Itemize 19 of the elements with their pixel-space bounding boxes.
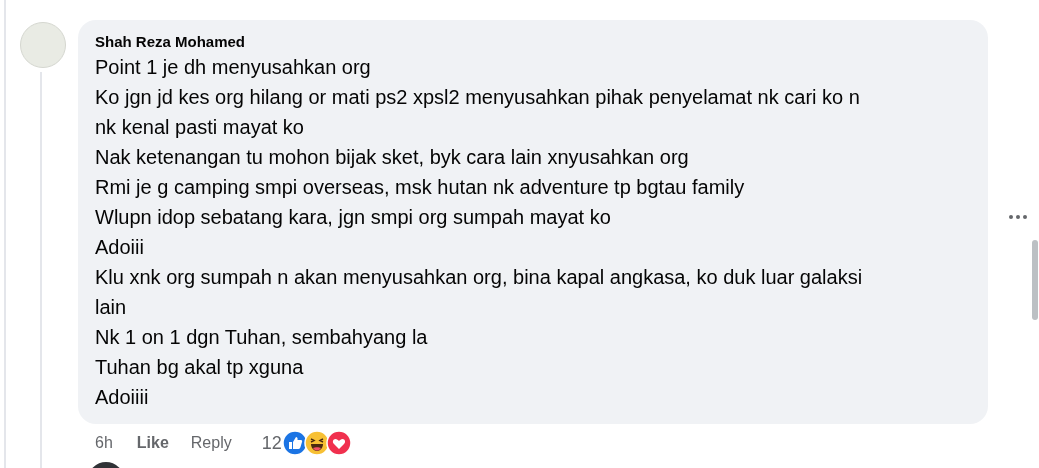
thumbs-up-icon[interactable] — [281, 430, 308, 456]
comment-text: Nk 1 on 1 dgn Tuhan, sembahyang la — [95, 325, 429, 350]
comment-text: Wlupn idop sebatang kara, jgn smpi org sumpah mayat ko — [95, 205, 612, 230]
comment-text: Nak ketenangan tu mohon bijak sket, byk cara lain xnyusahkan org — [95, 145, 690, 170]
comment-text: Rmi je g camping smpi overseas, msk hutan nk adventure tp bgtau family — [95, 175, 746, 200]
author-name[interactable]: Shah Reza Mohamed — [95, 32, 968, 52]
reply-link[interactable]: Reply — [190, 431, 232, 455]
laughing-face-icon[interactable] — [303, 430, 330, 456]
comment-text: Tuhan bg akal tp xguna — [95, 355, 305, 380]
comment-text: Adoiiii — [95, 385, 150, 410]
timestamp[interactable]: 6h — [95, 431, 113, 455]
like-link[interactable]: Like — [136, 431, 169, 455]
comment-text: Adoiii — [95, 235, 145, 260]
reaction-count[interactable]: 12 — [261, 429, 282, 457]
comment-text: Point 1 je dh menyusahkan org — [95, 55, 372, 80]
comment-text: Ko jgn jd kes org hilang or mati ps2 xpsl2 menyusahkan pihak penyelamat nk cari ko n nk kenal pasti mayat ko — [95, 85, 861, 140]
more-options-icon[interactable] — [1008, 214, 1028, 220]
comment-text: Klu xnk org sumpah n akan menyusahkan org, bina kapal angkasa, ko duk luar galaksi lain — [95, 265, 864, 320]
scrollbar-thumb[interactable] — [1032, 240, 1038, 320]
